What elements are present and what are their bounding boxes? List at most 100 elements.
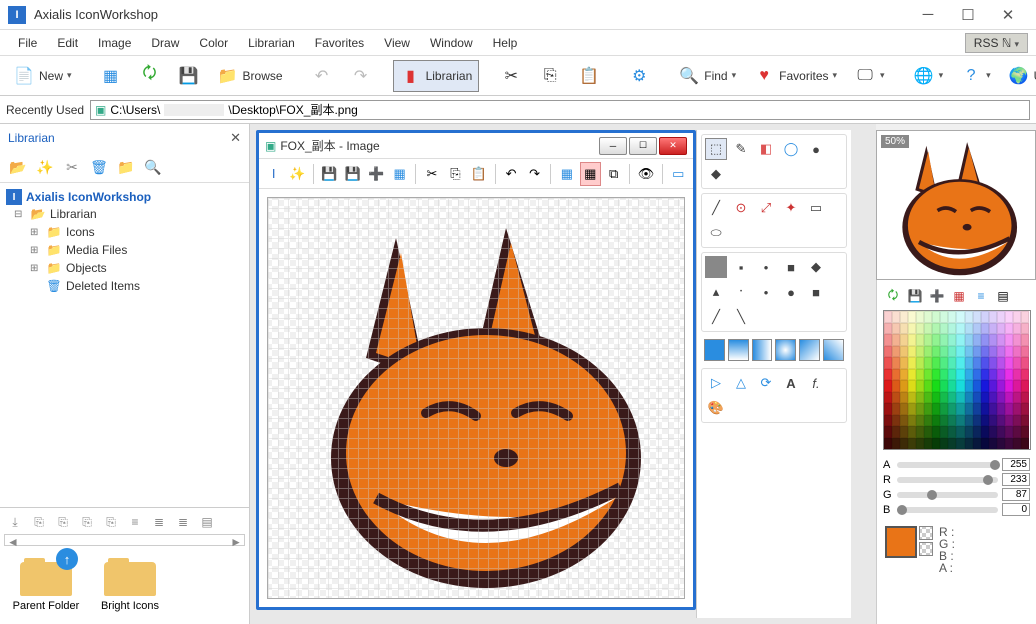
grad-3[interactable] (752, 339, 773, 361)
ellipse-tool[interactable]: ◯ (780, 138, 802, 160)
lib-tool-1[interactable]: 📂 (6, 156, 30, 178)
pal-list[interactable]: ≡ (971, 286, 991, 306)
win-close[interactable]: ✕ (659, 137, 687, 155)
pal-add[interactable]: ➕ (927, 286, 947, 306)
bucket-tool[interactable]: ◆ (705, 163, 727, 185)
help-button[interactable]: ? ▾ (953, 60, 998, 92)
menu-color[interactable]: Color (189, 32, 238, 54)
lib-tool-5[interactable]: 📁 (114, 156, 138, 178)
paste-button[interactable]: 📋 (571, 60, 607, 92)
menu-file[interactable]: File (8, 32, 47, 54)
bt-9[interactable]: ▤ (196, 512, 218, 532)
alpha-value[interactable]: 255 (1002, 458, 1030, 471)
red-value[interactable]: 233 (1002, 473, 1030, 486)
bt-4[interactable]: ⎘ (76, 512, 98, 532)
iw-cut[interactable]: ✂ (421, 162, 442, 186)
expand-icon[interactable]: ⊞ (30, 245, 42, 256)
blue-value[interactable]: 0 (1002, 503, 1030, 516)
undo-button[interactable]: ↶ (304, 60, 340, 92)
expand-icon[interactable]: ⊞ (30, 263, 42, 274)
redo-button[interactable]: ↷ (343, 60, 379, 92)
minimize-button[interactable]: ─ (908, 2, 948, 28)
sq6[interactable]: ▴ (705, 281, 727, 303)
librarian-toggle[interactable]: ▮Librarian (393, 60, 480, 92)
favorites-button[interactable]: ♥Favorites ▾ (746, 60, 844, 92)
find-button[interactable]: 🔍Find ▾ (671, 60, 743, 92)
tertiary-swatch[interactable] (919, 542, 933, 556)
lib-tool-3[interactable]: ✂ (60, 156, 84, 178)
sq3[interactable]: • (755, 256, 777, 278)
text-a[interactable]: A (780, 372, 802, 394)
iw-add[interactable]: ➕ (366, 162, 387, 186)
color-palette[interactable] (883, 310, 1031, 450)
menu-view[interactable]: View (374, 32, 420, 54)
secondary-swatch[interactable] (919, 526, 933, 540)
iw-copy[interactable]: ⎘ (445, 162, 466, 186)
pal-save[interactable]: 💾 (905, 286, 925, 306)
save-button[interactable]: 💾 (171, 60, 207, 92)
sp1[interactable]: • (730, 281, 752, 303)
tree-root[interactable]: I Axialis IconWorkshop (6, 189, 243, 205)
iw-icon[interactable]: I (263, 162, 284, 186)
win-minimize[interactable]: ─ (599, 137, 627, 155)
win-maximize[interactable]: ☐ (629, 137, 657, 155)
menu-favorites[interactable]: Favorites (305, 32, 374, 54)
bt-5[interactable]: ⎘ (100, 512, 122, 532)
iw-sparkle[interactable]: ✨ (286, 162, 307, 186)
grad-5[interactable] (799, 339, 820, 361)
green-slider[interactable] (897, 492, 998, 498)
iw-eye[interactable]: 👁 (635, 162, 656, 186)
pal-sort[interactable]: ▤ (993, 286, 1013, 306)
sp6[interactable]: ╲ (730, 306, 752, 328)
sq4[interactable]: ■ (780, 256, 802, 278)
path-input[interactable]: ▣ C:\Users\ \Desktop\FOX_副本.png (90, 100, 1030, 120)
refresh-button[interactable]: 🗘 (132, 60, 168, 92)
globe-button[interactable]: 🌐 ▾ (906, 60, 951, 92)
wand-tool[interactable]: ✦ (780, 197, 802, 219)
grid-button[interactable]: ▦ (93, 60, 129, 92)
iw-undo[interactable]: ↶ (500, 162, 521, 186)
iw-export[interactable]: ▦ (389, 162, 410, 186)
tree-icons[interactable]: ⊞ 📁 Icons (6, 223, 243, 241)
picker-tool[interactable]: ⤢ (755, 197, 777, 219)
rss-button[interactable]: RSS ℕ ▾ (965, 33, 1028, 53)
cut-button[interactable]: ✂ (493, 60, 529, 92)
menu-draw[interactable]: Draw (141, 32, 189, 54)
collapse-icon[interactable]: ⊟ (14, 209, 26, 220)
text-tool[interactable]: ⬭ (705, 222, 727, 244)
maximize-button[interactable]: ☐ (948, 2, 988, 28)
pixel-canvas[interactable] (267, 197, 685, 599)
sq5[interactable]: ◆ (805, 256, 827, 278)
pal-grid[interactable]: ▦ (949, 286, 969, 306)
brush-tool[interactable]: ● (805, 138, 827, 160)
grad-6[interactable] (823, 339, 844, 361)
menu-librarian[interactable]: Librarian (238, 32, 305, 54)
blue-slider[interactable] (897, 507, 998, 513)
lib-tool-2[interactable]: ✨ (33, 156, 57, 178)
pal-refresh[interactable]: 🗘 (883, 286, 903, 306)
alpha-slider[interactable] (897, 462, 998, 468)
tree-librarian-node[interactable]: ⊟ 📂 Librarian (6, 205, 243, 223)
grad-2[interactable] (728, 339, 749, 361)
red-slider[interactable] (897, 477, 998, 483)
spray-tool[interactable]: ⊙ (730, 197, 752, 219)
bt-6[interactable]: ≡ (124, 512, 146, 532)
menu-help[interactable]: Help (483, 32, 528, 54)
line-tool[interactable]: ╱ (705, 197, 727, 219)
tree-objects[interactable]: ⊞ 📁 Objects (6, 259, 243, 277)
iw-redo[interactable]: ↷ (524, 162, 545, 186)
tree-deleted[interactable]: 🗑 Deleted Items (6, 277, 243, 295)
bt-7[interactable]: ≣ (148, 512, 170, 532)
new-button[interactable]: 📄New ▾ (6, 60, 79, 92)
grad-1[interactable] (704, 339, 725, 361)
eraser-tool[interactable]: ◧ (755, 138, 777, 160)
bt-8[interactable]: ≣ (172, 512, 194, 532)
iw-saveas[interactable]: 💾 (342, 162, 363, 186)
bt-3[interactable]: ⎘ (52, 512, 74, 532)
parent-folder[interactable]: ↑ Parent Folder (10, 554, 82, 612)
flip-h[interactable]: ▷ (705, 372, 727, 394)
bright-icons-folder[interactable]: Bright Icons (94, 554, 166, 612)
sq2[interactable]: ▪ (730, 256, 752, 278)
rect-tool[interactable]: ▭ (805, 197, 827, 219)
primary-swatch[interactable] (885, 526, 917, 558)
